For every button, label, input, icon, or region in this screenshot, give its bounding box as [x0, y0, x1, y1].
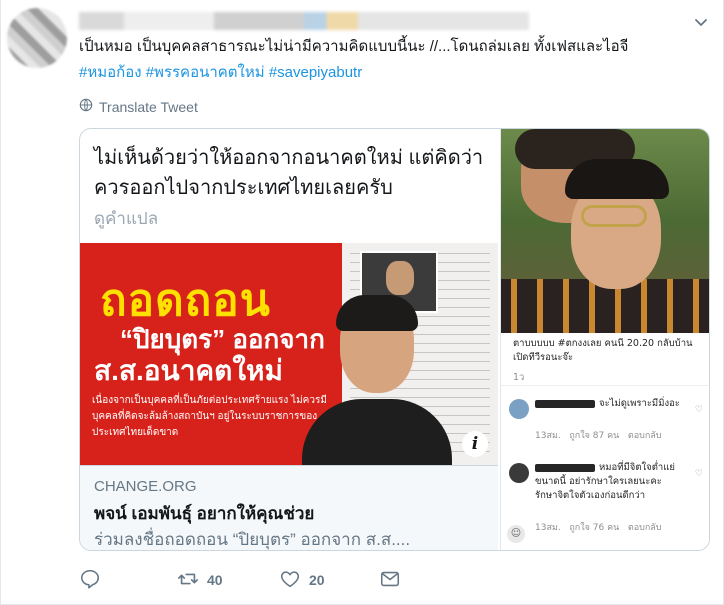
link-domain: CHANGE.ORG: [94, 478, 197, 495]
tweet-container: เป็นหมอ เป็นบุคคลสาธารณะไม่น่ามีความคิดแ…: [0, 0, 724, 605]
ig-comment-likes: ถูกใจ 87 คน: [569, 431, 620, 441]
translate-label: Translate Tweet: [99, 98, 198, 115]
quoted-comment-text: ไม่เห็นด้วยว่าให้ออกจากอนาคตใหม่ แต่คิดว…: [94, 147, 484, 199]
card-right-column: ตาบบบบบ #ตกงงเลย คนนี 20.20 กลับบ้านเปิด…: [500, 129, 709, 550]
ig-comment-text: จะไม่ดูเพราะมีมิ่งอะ: [599, 398, 680, 409]
banner-title-3: ส.ส.อนาคตใหม่: [94, 355, 283, 386]
translate-tweet-link[interactable]: Translate Tweet: [79, 98, 198, 115]
message-icon: [379, 568, 401, 593]
link-meta[interactable]: CHANGE.ORG พจน์ เอมพันธุ์ อยากให้คุณช่วย…: [80, 465, 498, 550]
banner-subtext: เนื่องจากเป็นบุคคลที่เป็นภัยต่อประเทศร้า…: [92, 395, 327, 438]
info-icon[interactable]: i: [462, 431, 488, 457]
reply-button[interactable]: [79, 566, 109, 594]
ig-caption-time: 1ว: [513, 372, 525, 383]
ig-comment-time: 13สม.: [535, 431, 561, 441]
link-card[interactable]: ไม่เห็นด้วยว่าให้ออกจากอนาคตใหม่ แต่คิดว…: [79, 128, 710, 551]
commenter-avatar: [509, 399, 529, 419]
like-count: 20: [309, 572, 325, 588]
retweet-count: 40: [207, 572, 223, 588]
ig-comment-time: 13สม.: [535, 523, 561, 533]
like-icon: [279, 568, 301, 593]
ig-caption: ตาบบบบบ #ตกงงเลย คนนี 20.20 กลับบ้านเปิด…: [513, 338, 693, 363]
ig-comment-reply: ตอบกลับ: [627, 523, 662, 533]
tweet-text: เป็นหมอ เป็นบุคคลสาธารณะไม่น่ามีความคิดแ…: [79, 38, 629, 55]
tweet-hashtags[interactable]: #หมอก้อง #พรรคอนาคตใหม่ #savepiyabutr: [79, 62, 362, 84]
reply-icon: [79, 568, 101, 593]
smiley-icon: ☺: [507, 525, 525, 543]
petition-banner-image[interactable]: ถอดถอน “ปิยบุตร” ออกจาก ส.ส.อนาคตใหม่ เน…: [80, 243, 498, 465]
ig-comment-reply: ตอบกลับ: [627, 431, 662, 441]
link-description: ร่วมลงชื่อถอดถอน “ปิยบุตร” ออกจาก ส.ส...…: [94, 530, 411, 549]
commenter-avatar: [509, 463, 529, 483]
author-name-blurred[interactable]: [79, 12, 529, 30]
ig-comment-likes: ถูกใจ 76 คน: [569, 523, 620, 533]
instagram-comments-screenshot: ตาบบบบบ #ตกงงเลย คนนี 20.20 กลับบ้านเปิด…: [501, 333, 709, 550]
like-button[interactable]: 20: [279, 566, 325, 594]
meme-photo[interactable]: [501, 129, 709, 333]
chevron-down-icon[interactable]: [693, 14, 709, 30]
tweet-actions: 40 20: [79, 566, 699, 594]
link-title: พจน์ เอมพันธุ์ อยากให้คุณช่วย: [94, 504, 315, 523]
author-avatar[interactable]: [7, 8, 67, 68]
retweet-icon: [177, 568, 199, 593]
heart-icon: ♡: [694, 469, 703, 479]
retweet-button[interactable]: 40: [177, 566, 223, 594]
message-button[interactable]: [379, 566, 401, 594]
globe-icon: [79, 98, 93, 115]
heart-icon: ♡: [694, 405, 703, 415]
quoted-translate-link[interactable]: ดูคำแปล: [94, 205, 158, 232]
card-left-column: ไม่เห็นด้วยว่าให้ออกจากอนาคตใหม่ แต่คิดว…: [80, 129, 498, 550]
